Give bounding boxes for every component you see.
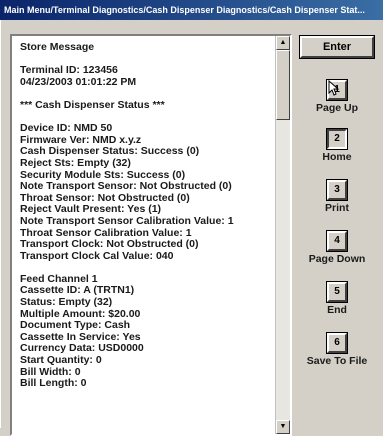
report-line: Status: Empty (32) [20,296,113,309]
print-button[interactable]: 3 [326,179,348,201]
end-button[interactable]: 5 [326,281,348,303]
fkey-save-to-file[interactable]: 6 Save To File [297,332,377,367]
home-button[interactable]: 2 [326,128,348,150]
fkey-page-down[interactable]: 4 Page Down [297,230,377,265]
fkey-label: Print [325,202,349,214]
report-line: Transport Clock: Not Obstructed (0) [20,238,199,251]
report-line: Device ID: NMD 50 [20,122,113,135]
window-body: Store Message Terminal ID: 123456 04/23/… [0,20,383,436]
scroll-up-button[interactable]: ▲ [276,36,290,50]
report-line: Note Transport Sensor Calibration Value:… [20,214,234,227]
report-panel: Store Message Terminal ID: 123456 04/23/… [10,34,292,436]
mouse-cursor-icon [328,80,340,96]
scroll-down-button[interactable]: ▼ [276,420,290,434]
page-up-button[interactable]: 1 [326,79,348,101]
enter-button[interactable]: Enter [299,35,375,59]
fkey-label: Save To File [306,355,368,367]
report-line: Note Transport Sensor: Not Obstructed (0… [20,180,232,193]
report-line: 04/23/2003 01:01:22 PM [20,75,137,88]
report-line: Reject Sts: Empty (32) [20,156,131,169]
report-line: *** Cash Dispenser Status *** [20,98,165,111]
window-title: Main Menu/Terminal Diagnostics/Cash Disp… [0,0,383,20]
fkey-label: Home [322,151,352,163]
fkey-page-up[interactable]: 1 Page Up [297,79,377,114]
scroll-thumb[interactable] [276,50,290,120]
fkey-label: End [327,304,347,316]
fkey-label: Page Up [315,102,358,114]
arrow-down-icon: ▼ [279,423,287,430]
save-to-file-button[interactable]: 6 [326,332,348,354]
report-line: Bill Length: 0 [20,377,87,390]
fkey-print[interactable]: 3 Print [297,179,377,214]
fkey-end[interactable]: 5 End [297,281,377,316]
page-down-button[interactable]: 4 [326,230,348,252]
arrow-up-icon: ▲ [279,39,287,46]
report-text: Store Message Terminal ID: 123456 04/23/… [20,41,274,390]
vertical-scrollbar[interactable]: ▲ ▼ [275,36,290,434]
fkey-label: Page Down [308,253,366,265]
fkey-home[interactable]: 2 Home [297,128,377,163]
report-line: Store Message [20,41,95,53]
report-line: Start Quantity: 0 [20,354,102,367]
report-line: Transport Clock Cal Value: 040 [20,249,174,262]
